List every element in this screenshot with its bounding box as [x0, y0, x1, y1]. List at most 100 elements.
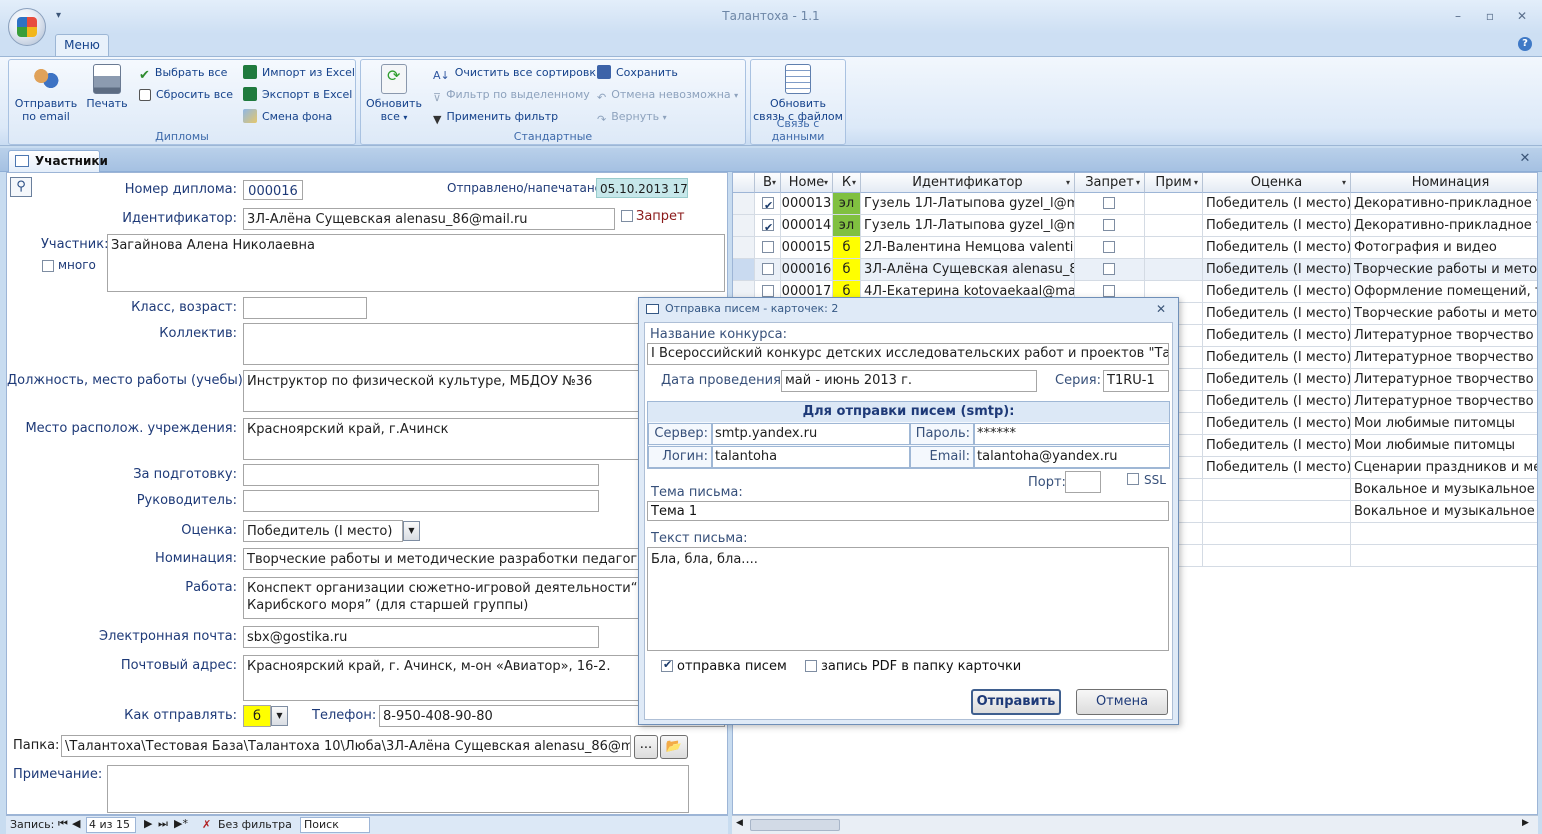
grade-dropdown-arrow-icon[interactable]: ▼ — [403, 521, 420, 541]
identifier-field[interactable]: 3Л-Алёна Сущевская alenasu_86@mail.ru — [243, 208, 615, 230]
row-note-cell[interactable] — [1145, 215, 1203, 237]
column-header[interactable]: Идентификатор ▾ — [861, 173, 1075, 193]
row-number-cell[interactable]: 000015 — [781, 237, 833, 259]
row-grade-cell[interactable]: Победитель (I место) — [1203, 369, 1351, 391]
row-identifier-cell[interactable]: Гузель 1Л-Латыпова gyzel_l@mail — [861, 215, 1075, 237]
row-checkbox-cell[interactable] — [755, 193, 781, 215]
dialog-close-icon[interactable]: ✕ — [1156, 302, 1166, 316]
row-grade-cell[interactable]: Победитель (I место) — [1203, 259, 1351, 281]
grid-cell[interactable] — [1203, 545, 1351, 567]
row-checkbox[interactable] — [762, 241, 774, 253]
class-age-field[interactable] — [243, 297, 367, 319]
row-note-cell[interactable] — [1145, 193, 1203, 215]
clear-sorts-button[interactable]: A↓ Очистить все сортировки — [433, 64, 603, 82]
row-checkbox-cell[interactable] — [755, 215, 781, 237]
grade-dropdown[interactable]: Победитель (I место) — [243, 520, 403, 542]
minimize-button[interactable]: – — [1448, 8, 1468, 24]
change-background-button[interactable]: Смена фона — [243, 108, 332, 126]
column-sort-arrow-icon[interactable]: ▾ — [1066, 173, 1070, 192]
leader-field[interactable] — [243, 490, 599, 512]
row-send-type-cell[interactable]: б — [833, 259, 861, 281]
row-ban-checkbox[interactable] — [1103, 219, 1115, 231]
folder-field[interactable]: \Талантоха\Тестовая База\Талантоха 10\Лю… — [61, 735, 631, 757]
password-field[interactable]: ****** — [974, 423, 1170, 445]
column-sort-arrow-icon[interactable]: ▾ — [1194, 173, 1198, 192]
help-icon[interactable]: ? — [1518, 37, 1532, 51]
row-ban-cell[interactable] — [1075, 215, 1145, 237]
apply-filter-button[interactable]: ▼ Применить фильтр — [433, 108, 558, 126]
row-number-cell[interactable]: 000014 — [781, 215, 833, 237]
column-header[interactable]: Номинация — [1351, 173, 1537, 193]
send-button[interactable]: Отправить — [971, 689, 1061, 715]
send-email-button[interactable]: Отправить по email — [13, 64, 79, 123]
row-note-cell[interactable] — [1145, 259, 1203, 281]
first-record-icon[interactable]: ⏮ — [58, 817, 68, 831]
import-excel-button[interactable]: Импорт из Excel — [243, 64, 355, 82]
row-ban-checkbox[interactable] — [1103, 197, 1115, 209]
row-nomination-cell[interactable]: Фотография и видео — [1351, 237, 1537, 259]
row-grade-cell[interactable]: Победитель (I место) — [1203, 413, 1351, 435]
filter-status[interactable]: Без фильтра — [218, 818, 292, 831]
row-identifier-cell[interactable]: 2Л-Валентина Немцова valentina — [861, 237, 1075, 259]
next-record-icon[interactable]: ▶ — [144, 817, 152, 830]
row-grade-cell[interactable]: Победитель (I место) — [1203, 325, 1351, 347]
note-field[interactable] — [107, 765, 689, 813]
row-grade-cell[interactable]: Победитель (I место) — [1203, 347, 1351, 369]
cancel-button[interactable]: Отмена — [1076, 689, 1168, 715]
undo-button[interactable]: ↶ Отмена невозможна ▾ — [597, 86, 738, 104]
row-selector[interactable] — [733, 193, 755, 215]
row-send-type-cell[interactable]: эл — [833, 193, 861, 215]
row-nomination-cell[interactable]: Творческие работы и методические — [1351, 259, 1537, 281]
row-nomination-cell[interactable]: Литературное творчество — [1351, 391, 1537, 413]
row-grade-cell[interactable] — [1203, 501, 1351, 523]
row-ban-cell[interactable] — [1075, 193, 1145, 215]
row-selector[interactable] — [733, 237, 755, 259]
grid-cell[interactable] — [1351, 545, 1537, 567]
row-nomination-cell[interactable]: Литературное творчество — [1351, 325, 1537, 347]
subject-field[interactable]: Тема 1 — [647, 501, 1169, 521]
column-sort-arrow-icon[interactable]: ▾ — [1136, 173, 1140, 192]
browse-folder-button[interactable]: ... — [634, 735, 658, 759]
row-grade-cell[interactable]: Победитель (I место) — [1203, 237, 1351, 259]
column-header[interactable]: Прим ▾ — [1145, 173, 1203, 193]
row-checkbox-cell[interactable] — [755, 237, 781, 259]
export-excel-button[interactable]: Экспорт в Excel — [243, 86, 352, 104]
row-selector[interactable] — [733, 259, 755, 281]
row-nomination-cell[interactable]: Творческие работы и методи — [1351, 303, 1537, 325]
column-header[interactable]: Номе ▾ — [781, 173, 833, 193]
column-header[interactable]: К ▾ — [833, 173, 861, 193]
refresh-all-button[interactable]: ⟳ Обновить все ▾ — [363, 64, 425, 124]
row-number-cell[interactable]: 000016 — [781, 259, 833, 281]
column-sort-arrow-icon[interactable]: ▾ — [1342, 173, 1346, 192]
grid-cell[interactable] — [1203, 523, 1351, 545]
column-sort-arrow-icon[interactable]: ▾ — [772, 173, 776, 192]
column-sort-arrow-icon[interactable]: ▾ — [824, 173, 828, 192]
row-grade-cell[interactable]: Победитель (I место) — [1203, 193, 1351, 215]
many-checkbox[interactable] — [42, 260, 54, 272]
print-button[interactable]: Печать — [83, 64, 131, 110]
send-how-dropdown-arrow-icon[interactable]: ▼ — [271, 706, 288, 726]
row-send-type-cell[interactable]: б — [833, 237, 861, 259]
row-checkbox[interactable] — [762, 195, 774, 214]
ssl-checkbox[interactable] — [1127, 473, 1139, 485]
redo-button[interactable]: ↷ Вернуть ▾ — [597, 108, 667, 126]
reset-all-button[interactable]: Сбросить все — [139, 86, 233, 104]
row-nomination-cell[interactable]: Вокальное и музыкальное тв — [1351, 479, 1537, 501]
row-nomination-cell[interactable]: Оформление помещений, те — [1351, 281, 1537, 303]
row-grade-cell[interactable]: Победитель (I место) — [1203, 391, 1351, 413]
diploma-number-field[interactable]: 000016 — [243, 180, 303, 200]
row-ban-cell[interactable] — [1075, 259, 1145, 281]
column-header[interactable]: В ▾ — [755, 173, 781, 193]
tab-participants[interactable]: Участники — [8, 150, 108, 172]
participant-field[interactable]: Загайнова Алена Николаевна — [107, 234, 725, 292]
ban-checkbox[interactable] — [621, 210, 633, 222]
email-field[interactable]: sbx@gostika.ru — [243, 626, 599, 648]
row-ban-checkbox[interactable] — [1103, 241, 1115, 253]
row-note-cell[interactable] — [1145, 237, 1203, 259]
send-mail-checkbox[interactable] — [661, 658, 673, 672]
row-grade-cell[interactable]: Победитель (I место) — [1203, 281, 1351, 303]
contest-field[interactable]: I Всероссийский конкурс детских исследов… — [647, 343, 1169, 365]
row-identifier-cell[interactable]: 3Л-Алёна Сущевская alenasu_86@ — [861, 259, 1075, 281]
open-folder-icon[interactable]: 📂 — [660, 735, 688, 759]
scroll-right-icon[interactable]: ▶ — [1522, 818, 1529, 828]
